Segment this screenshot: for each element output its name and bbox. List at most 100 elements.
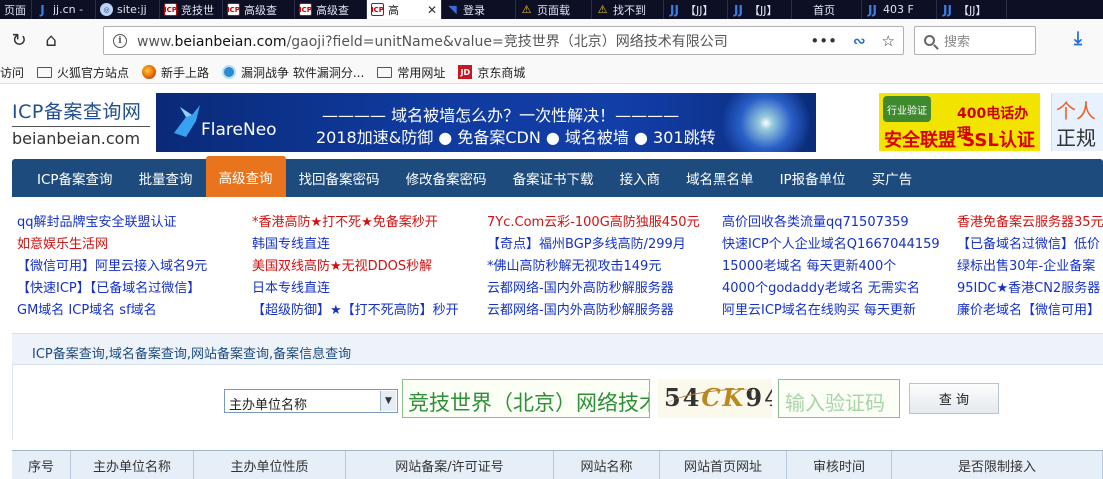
browser-tab-label: 找不到 xyxy=(613,3,646,17)
sponsored-link[interactable]: 【微信可用】阿里云接入域名9元 xyxy=(17,255,252,277)
browser-tab[interactable]: JJ 【JJ】 xyxy=(664,0,728,19)
results-table-header: 序号 主办单位名称 主办单位性质 网站备案/许可证号 网站名称 网站首页网址 审核时间 是否限… xyxy=(12,450,1103,479)
nav-item[interactable]: ICP备案查询 xyxy=(24,159,126,197)
banner-brand: FlareNeo xyxy=(201,120,277,140)
table-header-cell: 网站首页网址 xyxy=(660,451,787,479)
sponsored-link[interactable]: 如意娱乐生活网 xyxy=(17,233,252,255)
browser-tab[interactable]: JJ 403 F xyxy=(862,0,937,19)
browser-tab[interactable]: 首页 xyxy=(792,0,862,19)
sponsored-link[interactable]: GM域名 ICP域名 sf域名 xyxy=(17,299,252,321)
sponsored-link[interactable]: 云都网络-国内外高防秒解服务器 xyxy=(487,277,722,299)
site-info-icon[interactable]: i xyxy=(113,33,127,48)
address-bar[interactable]: i www.beianbeian.com/gaoji?field=unitNam… xyxy=(103,26,904,55)
sponsored-link[interactable]: 美国双线高防★无视DDOS秒解 xyxy=(252,255,487,277)
nav-item[interactable]: 备案证书下载 xyxy=(500,159,607,197)
page-actions-icon[interactable]: ••• xyxy=(810,32,837,50)
sponsored-link[interactable]: 香港免备案云服务器35元 xyxy=(957,211,1103,233)
sponsored-link[interactable]: 快速ICP个人企业域名Q1667044159 xyxy=(722,233,957,255)
nav-item[interactable]: 找回备案密码 xyxy=(286,159,393,197)
browser-tab[interactable]: ◥ 登录 xyxy=(442,0,516,19)
sponsored-link[interactable]: 高价回收各类流量qq71507359 xyxy=(722,211,957,233)
bookmark-item[interactable]: 火狐官方站点 xyxy=(37,64,129,81)
query-button[interactable]: 查 询 xyxy=(909,383,999,414)
sponsored-link[interactable]: 95IDC★香港CN2服务器 xyxy=(957,277,1103,299)
nav-item[interactable]: 批量查询 xyxy=(126,159,206,197)
browser-tab-label: 【JJ】 xyxy=(749,3,778,17)
main-nav: ICP备案查询 批量查询 高级查询 找回备案密码 修改备案密码 备案证书下载 接入商 域名黑名… xyxy=(12,156,1103,197)
site-logo-title: ICP备案查询网 xyxy=(12,97,150,127)
panel-title: ICP备案查询,域名备案查询,网站备案查询,备案信息查询 xyxy=(12,333,1103,365)
browser-tab[interactable]: JJ 【JJ】 xyxy=(937,0,1007,19)
sponsored-link[interactable]: 4000个godaddy老域名 无需实名 xyxy=(722,277,957,299)
browser-tab[interactable]: ICP 竞技世 xyxy=(160,0,223,19)
bookmark-item[interactable]: 访问 xyxy=(0,64,24,81)
browser-tab[interactable]: 页面... xyxy=(0,0,32,19)
browser-search-input[interactable]: 搜索 xyxy=(914,26,1036,55)
icp-icon: ICP xyxy=(299,3,312,16)
browser-tab[interactable]: JJ 【JJ】 xyxy=(728,0,792,19)
sponsored-link[interactable]: *佛山高防秒解无视攻击149元 xyxy=(487,255,722,277)
sponsored-link[interactable]: 云都网络-国内外高防秒解服务器 xyxy=(487,299,722,321)
sponsored-link[interactable]: 【奇点】福州BGP多线高防/299月 xyxy=(487,233,722,255)
nav-item[interactable]: 高级查询 xyxy=(205,156,286,197)
sponsored-link[interactable]: 7Yc.Com云彩-100G高防独服450元 xyxy=(487,211,722,233)
sponsored-link[interactable]: *香港高防★打不死★免备案秒开 xyxy=(252,211,487,233)
bookmark-item[interactable]: 漏洞战争 软件漏洞分... xyxy=(222,64,364,81)
browser-tab[interactable]: Jjj.cn - xyxy=(32,0,96,19)
warning-icon: ⚠ xyxy=(597,3,608,16)
browser-tab[interactable]: ◎ site:jj xyxy=(96,0,160,19)
link-row: 【微信可用】阿里云接入域名9元 美国双线高防★无视DDOS秒解 *佛山高防秒解无视攻… xyxy=(17,255,1103,277)
download-icon[interactable]: ⤓ xyxy=(1074,28,1082,49)
sponsored-link[interactable]: qq解封品牌宝安全联盟认证 xyxy=(17,211,252,233)
browser-tab-label: site:jj xyxy=(117,3,147,16)
site-logo-domain: beianbeian.com xyxy=(12,129,141,148)
field-select[interactable]: 主办单位名称 ▼ xyxy=(224,389,398,413)
extension-icon[interactable]: ∾ xyxy=(853,32,866,50)
nav-item[interactable]: 接入商 xyxy=(607,159,674,197)
url-text[interactable]: www.beianbeian.com/gaoji?field=unitName&… xyxy=(137,31,802,51)
table-header-cell: 序号 xyxy=(12,451,71,479)
flareneo-logo-icon xyxy=(174,105,200,137)
browser-tab[interactable]: ⚠ 页面载 xyxy=(516,0,592,19)
browser-tab-label: 高级查 xyxy=(316,3,349,17)
captcha-image[interactable]: 54CK94 xyxy=(658,379,772,418)
browser-tab[interactable]: ICP 高级查 xyxy=(295,0,367,19)
sponsored-link[interactable]: 15000老域名 每天更新400个 xyxy=(722,255,957,277)
browser-tab[interactable]: ICP 高 ✕ xyxy=(367,0,442,19)
site-logo[interactable]: ICP备案查询网 beianbeian.com xyxy=(12,97,150,148)
reload-icon[interactable]: ↻ xyxy=(6,27,32,53)
nav-item[interactable]: 域名黑名单 xyxy=(673,159,767,197)
bookmark-label: 火狐官方站点 xyxy=(57,65,130,80)
jj-icon: JJ xyxy=(943,2,952,17)
sponsored-link[interactable]: 【超级防御】★【打不死高防】秒开 xyxy=(252,299,487,321)
bookmark-item[interactable]: 新手上路 xyxy=(142,64,209,81)
nav-item[interactable]: 修改备案密码 xyxy=(393,159,500,197)
ssl-ad[interactable]: 行业验证 400电话办理 安全联盟 SSL认证 xyxy=(879,93,1040,151)
sponsored-links: qq解封品牌宝安全联盟认证 *香港高防★打不死★免备案秒开 7Yc.Com云彩-10… xyxy=(17,211,1103,321)
browser-tab-label: jj.cn - xyxy=(53,3,84,16)
sponsored-link[interactable]: 廉价老域名【微信可用】 xyxy=(957,299,1103,321)
sponsored-link[interactable]: 【已备域名过微信】低价 xyxy=(957,233,1103,255)
sponsored-link[interactable]: 【快速ICP】【已备域名过微信】 xyxy=(17,277,252,299)
captcha-input[interactable]: 输入验证码 xyxy=(778,379,900,418)
home-icon[interactable]: ⌂ xyxy=(38,27,64,53)
jd-icon: JD xyxy=(458,65,473,79)
nav-item[interactable]: 买广告 xyxy=(859,159,926,197)
sponsored-link[interactable]: 日本专线直连 xyxy=(252,277,487,299)
flareneo-banner-ad[interactable]: FlareNeo ———— 域名被墙怎么办？一次性解决！———— 2018加速&… xyxy=(156,93,816,152)
right-ad-line1: 个人 xyxy=(1056,99,1096,123)
bookmark-item[interactable]: 常用网址 xyxy=(377,64,445,81)
bookmark-item[interactable]: JD 京东商城 xyxy=(458,64,525,81)
sponsored-link[interactable]: 韩国专线直连 xyxy=(252,233,487,255)
firefox-icon xyxy=(142,65,157,79)
nav-item[interactable]: IP报备单位 xyxy=(767,159,859,197)
chevron-down-icon[interactable]: ▼ xyxy=(380,391,396,411)
sponsored-link[interactable]: 阿里云ICP域名在线购买 每天更新 xyxy=(722,299,957,321)
right-ad[interactable]: 个人 正规 xyxy=(1051,93,1103,151)
close-icon[interactable]: ✕ xyxy=(427,3,437,17)
browser-tab[interactable]: ⚠ 找不到 xyxy=(592,0,664,19)
bookmark-star-icon[interactable]: ☆ xyxy=(882,32,895,50)
sponsored-link[interactable]: 绿标出售30年-企业备案 xyxy=(957,255,1103,277)
browser-tab[interactable]: ICP 高级查 xyxy=(223,0,295,19)
query-value-input[interactable]: 竞技世界（北京）网络技术有限公司 xyxy=(402,379,650,418)
